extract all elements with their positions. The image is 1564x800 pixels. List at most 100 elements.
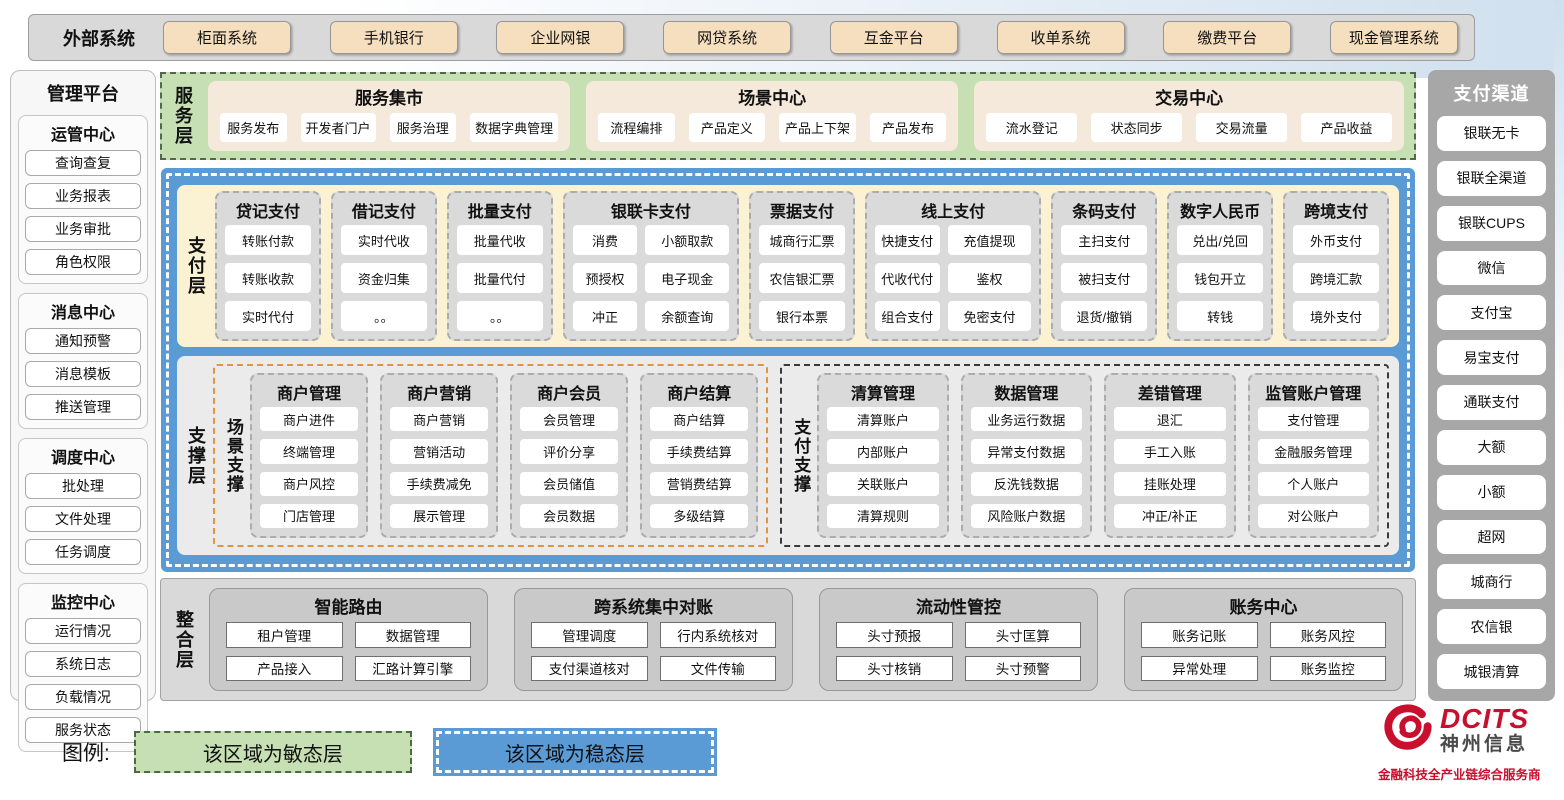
service-function-box: 流水登记 <box>986 113 1077 142</box>
panel-title: 流动性管控 <box>836 590 1081 622</box>
management-group-message: 消息中心 通知预警消息模板推送管理 <box>18 293 148 429</box>
external-system-box: 柜面系统 <box>163 21 291 54</box>
payment-support-section: 支付支撑 清算管理 清算账户内部账户关联账户清算规则 数据管理 业务运行数据异常… <box>780 364 1389 547</box>
integration-panel-accounting: 账务中心 账务记账账务风控异常处理账务监控 <box>1124 588 1403 691</box>
scene-center-panel: 场景中心 流程编排产品定义产品上下架产品发布 <box>586 81 958 151</box>
integration-function-box: 头寸核销 <box>836 656 953 682</box>
payment-function-box: 批量代收 <box>457 225 543 255</box>
support-category-merchant-mgmt: 商户管理 商户进件终端管理商户风控门店管理 <box>250 373 368 538</box>
category-title: 跨境支付 <box>1293 194 1379 225</box>
support-function-box: 会员数据 <box>520 504 618 528</box>
support-category-data: 数据管理 业务运行数据异常支付数据反洗钱数据风险账户数据 <box>961 373 1092 538</box>
support-function-box: 内部账户 <box>827 439 938 463</box>
payment-function-box: 转钱 <box>1177 301 1263 331</box>
management-function-box: 文件处理 <box>25 506 141 532</box>
payment-function-box: 充值提现 <box>948 225 1032 255</box>
support-category-error: 差错管理 退汇手工入账挂账处理冲正/补正 <box>1104 373 1235 538</box>
group-items: 通知预警消息模板推送管理 <box>25 328 141 420</box>
payment-category-bill: 票据支付 城商行汇票农信银汇票银行本票 <box>749 191 855 341</box>
management-group-operations: 运管中心 查询查复业务报表业务审批角色权限 <box>18 115 148 284</box>
support-function-box: 异常支付数据 <box>971 439 1082 463</box>
brand-company: 神州信息 <box>1440 733 1529 757</box>
payment-category-unionpay-card: 银联卡支付 消费小额取款预授权电子现金冲正余额查询 <box>563 191 739 341</box>
support-function-box: 支付管理 <box>1258 407 1369 431</box>
payment-function-box: 钱包开立 <box>1177 263 1263 293</box>
payment-function-box: 资金归集 <box>341 263 427 293</box>
support-function-box: 关联账户 <box>827 472 938 496</box>
payment-channel-box: 通联支付 <box>1437 385 1546 420</box>
group-title: 运管中心 <box>25 117 141 150</box>
payment-function-box: 兑出/兑回 <box>1177 225 1263 255</box>
service-function-box: 状态同步 <box>1091 113 1182 142</box>
payment-function-box: 被扫支付 <box>1061 263 1147 293</box>
payment-channels-title: 支付渠道 <box>1437 78 1546 106</box>
scene-support-columns: 商户管理 商户进件终端管理商户风控门店管理 商户营销 商户营销营销活动手续费减免… <box>250 373 758 538</box>
group-title: 消息中心 <box>25 295 141 328</box>
management-function-box: 负载情况 <box>25 684 141 710</box>
integration-panel-smart-routing: 智能路由 租户管理数据管理产品接入汇路计算引擎 <box>209 588 488 691</box>
payment-function-box: 冲正 <box>573 301 638 331</box>
category-title: 数据管理 <box>971 376 1082 407</box>
category-title: 条码支付 <box>1061 194 1147 225</box>
payment-channels-list: 银联无卡银联全渠道银联CUPS微信支付宝易宝支付通联支付大额小额超网城商行农信银… <box>1437 116 1546 689</box>
service-function-box: 开发者门户 <box>301 113 376 142</box>
payment-channel-box: 小额 <box>1437 475 1546 510</box>
service-function-box: 交易流量 <box>1196 113 1287 142</box>
panel-title: 智能路由 <box>226 590 471 622</box>
panel-title: 交易中心 <box>986 82 1392 113</box>
group-items: 运行情况系统日志负载情况服务状态 <box>25 618 141 743</box>
service-function-box: 产品收益 <box>1301 113 1392 142</box>
payment-function-box: 。。 <box>457 301 543 331</box>
stable-layer-container: 支付层 贷记支付 转账付款转账收款实时代付 借记支付 实时代收资金归集。。 批量… <box>166 173 1410 567</box>
payment-category-online: 线上支付 快捷支付充值提现代收代付鉴权组合支付免密支付 <box>865 191 1041 341</box>
support-function-box: 门店管理 <box>260 504 358 528</box>
group-items: 查询查复业务报表业务审批角色权限 <box>25 150 141 275</box>
support-function-box: 营销活动 <box>390 439 488 463</box>
legend-agile-layer: 该区域为敏态层 <box>134 731 412 773</box>
integration-function-box: 产品接入 <box>226 656 343 682</box>
support-function-box: 退汇 <box>1114 407 1225 431</box>
payment-function-box: 批量代付 <box>457 263 543 293</box>
payment-category-digital-rmb: 数字人民币 兑出/兑回钱包开立转钱 <box>1167 191 1273 341</box>
background-gradient-right <box>1554 0 1564 430</box>
service-function-box: 服务发布 <box>220 113 287 142</box>
support-function-box: 评价分享 <box>520 439 618 463</box>
support-function-box: 挂账处理 <box>1114 472 1225 496</box>
support-function-box: 商户结算 <box>650 407 748 431</box>
support-function-box: 风险账户数据 <box>971 504 1082 528</box>
payment-function-box: 跨境汇款 <box>1293 263 1379 293</box>
payment-function-box: 外币支付 <box>1293 225 1379 255</box>
category-title: 监管账户管理 <box>1258 376 1369 407</box>
external-system-box: 手机银行 <box>330 21 458 54</box>
support-function-box: 手续费结算 <box>650 439 748 463</box>
payment-function-box: 预授权 <box>573 263 638 293</box>
integration-function-box: 文件传输 <box>660 656 777 682</box>
dcits-logo-icon <box>1378 700 1438 761</box>
external-systems-bar: 外部系统 柜面系统手机银行企业网银网贷系统互金平台收单系统缴费平台现金管理系统 <box>28 14 1475 61</box>
category-title: 商户结算 <box>650 376 748 407</box>
integration-function-box: 账务记账 <box>1141 622 1258 648</box>
integration-function-box: 租户管理 <box>226 622 343 648</box>
category-title: 票据支付 <box>759 194 845 225</box>
service-function-box: 流程编排 <box>598 113 675 142</box>
external-system-box: 收单系统 <box>997 21 1125 54</box>
external-systems-list: 柜面系统手机银行企业网银网贷系统互金平台收单系统缴费平台现金管理系统 <box>163 21 1458 54</box>
support-function-box: 会员管理 <box>520 407 618 431</box>
panel-title: 跨系统集中对账 <box>531 590 776 622</box>
group-items: 批处理文件处理任务调度 <box>25 473 141 565</box>
payment-support-columns: 清算管理 清算账户内部账户关联账户清算规则 数据管理 业务运行数据异常支付数据反… <box>817 373 1379 538</box>
support-function-box: 业务运行数据 <box>971 407 1082 431</box>
support-category-clearing: 清算管理 清算账户内部账户关联账户清算规则 <box>817 373 948 538</box>
brand-block: DCITS 神州信息 金融科技全产业链综合服务商 <box>1378 700 1558 783</box>
management-function-box: 查询查复 <box>25 150 141 176</box>
support-function-box: 清算账户 <box>827 407 938 431</box>
service-market-panel: 服务集市 服务发布开发者门户服务治理数据字典管理 <box>208 81 570 151</box>
service-layer-label: 服务层 <box>174 81 192 151</box>
integration-function-box: 异常处理 <box>1141 656 1258 682</box>
payment-category-barcode: 条码支付 主扫支付被扫支付退货/撤销 <box>1051 191 1157 341</box>
category-title: 数字人民币 <box>1177 194 1263 225</box>
external-systems-title: 外部系统 <box>63 25 135 51</box>
integration-panels: 智能路由 租户管理数据管理产品接入汇路计算引擎 跨系统集中对账 管理调度行内系统… <box>209 588 1403 691</box>
payment-category-debit: 借记支付 实时代收资金归集。。 <box>331 191 437 341</box>
panel-title: 服务集市 <box>220 82 558 113</box>
